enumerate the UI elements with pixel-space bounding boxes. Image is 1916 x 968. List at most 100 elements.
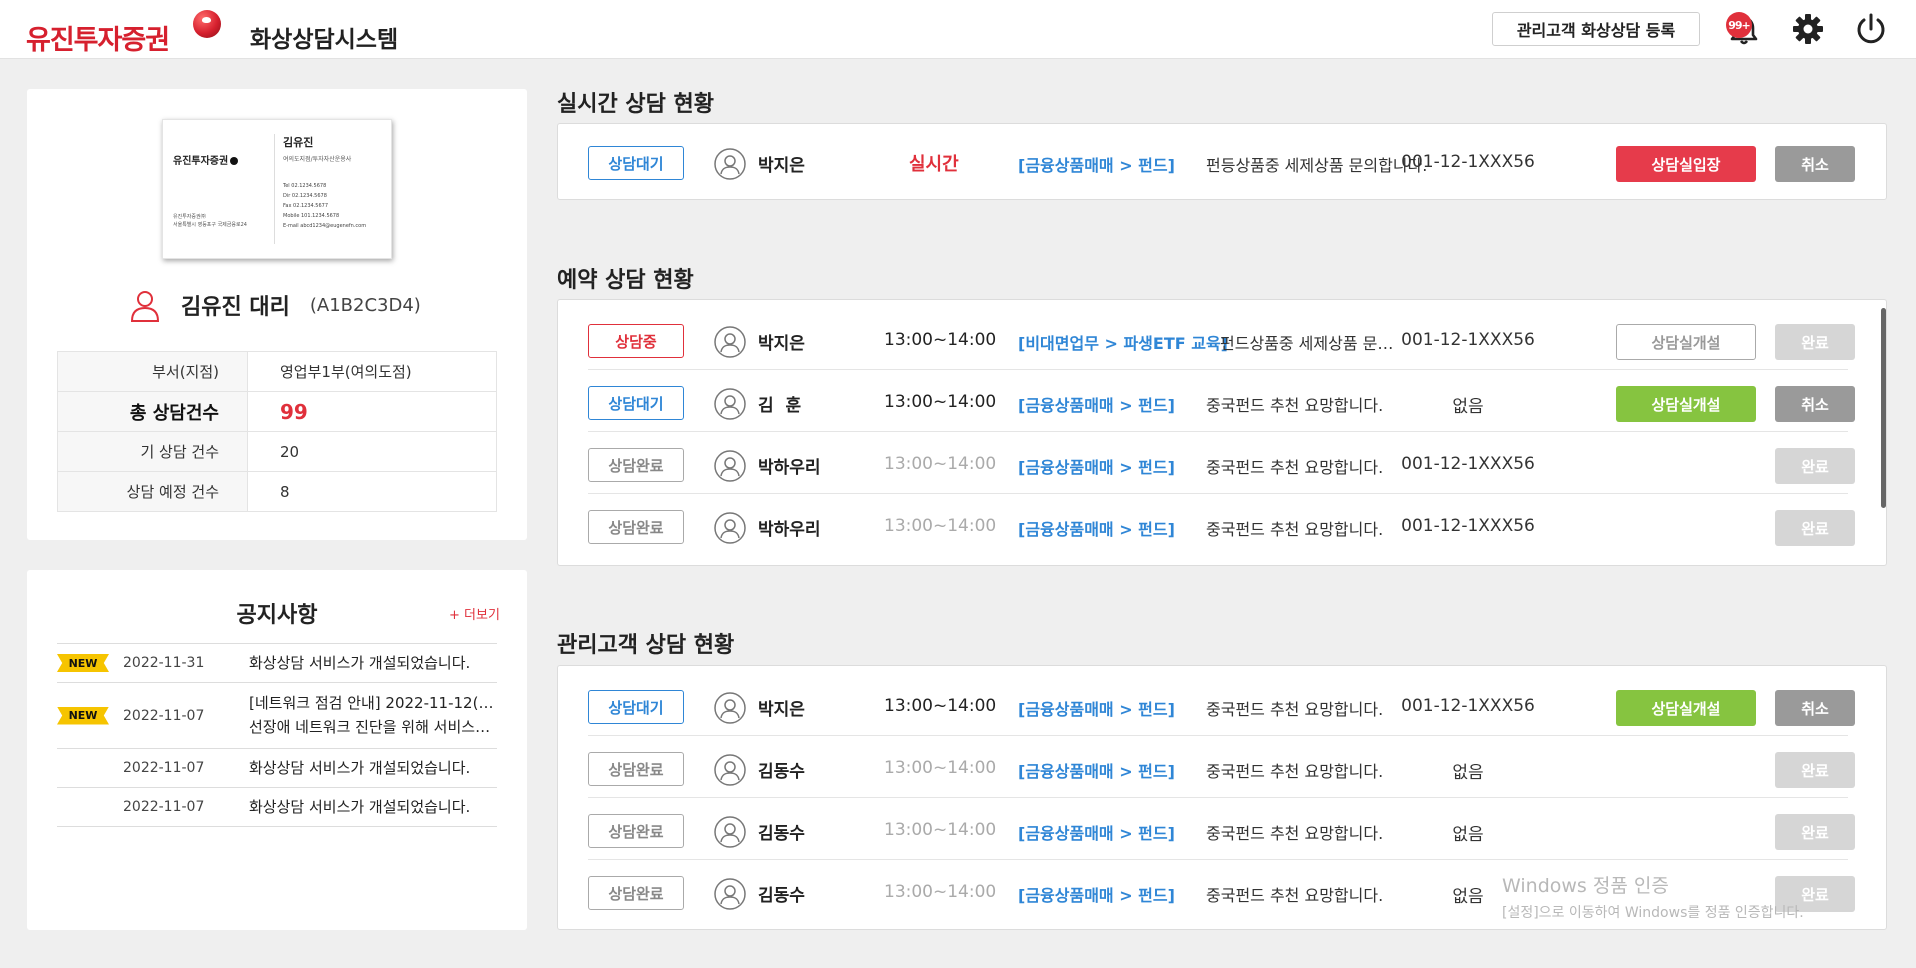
customer-name: 김동수 [758, 886, 805, 906]
info-value: 영업부1부(여의도점) [247, 351, 497, 392]
register-managed-consult-button[interactable]: 관리고객 화상상담 등록 [1492, 12, 1700, 46]
new-badge: NEW [57, 654, 109, 672]
notice-text: 화상상담 서비스가 개설되었습니다. [249, 798, 471, 816]
account-number: 001-12-1XXX56 [1401, 330, 1535, 350]
managed-row: 상담대기 박지은 13:00~14:00 [금융상품매매 > 펀드] 중국펀드 … [588, 674, 1855, 736]
notice-date: 2022-11-07 [123, 707, 205, 724]
consult-category[interactable]: [금융상품매매 > 펀드] [1018, 454, 1175, 478]
info-value: 99 [247, 391, 497, 432]
notice-text: [네트워크 점검 안내] 2022-11-12(토) [249, 694, 497, 712]
info-row-total: 총 상담건수 99 [57, 391, 497, 432]
consult-time: 13:00~14:00 [884, 820, 997, 840]
account-number: 없음 [1452, 825, 1484, 845]
customer-name: 김 훈 [758, 396, 802, 416]
info-key: 총 상담건수 [57, 391, 248, 432]
card-logo-dot-icon [230, 157, 239, 165]
reservation-row: 상담대기 김 훈 13:00~14:00 [금융상품매매 > 펀드] 중국펀드 … [588, 370, 1855, 432]
status-badge: 상담완료 [588, 510, 684, 544]
consult-category[interactable]: [금융상품매매 > 펀드] [1018, 758, 1175, 782]
card-dept: 여의도지점/투자자산운용사 [283, 156, 352, 163]
profile-info-table: 부서(지점) 영업부1부(여의도점) 총 상담건수 99 기 상담 건수 20 … [57, 351, 497, 512]
info-row-done: 기 상담 건수 20 [57, 431, 497, 472]
complete-button[interactable]: 완료 [1775, 876, 1855, 912]
consult-time: 13:00~14:00 [884, 516, 997, 536]
consult-category[interactable]: [금융상품매매 > 펀드] [1018, 820, 1175, 844]
consult-time: 13:00~14:00 [884, 454, 997, 474]
realtime-row: 상담대기 박지은 실시간 [금융상품매매 > 펀드] 펀등상품중 세제상품 문의… [588, 130, 1855, 192]
consult-time: 13:00~14:00 [884, 330, 997, 350]
account-number: 001-12-1XXX56 [1401, 152, 1535, 172]
complete-button[interactable]: 완료 [1775, 510, 1855, 546]
avatar-icon [714, 388, 746, 420]
status-badge: 상담대기 [588, 690, 684, 724]
info-value: 20 [247, 431, 497, 472]
info-value: 8 [247, 471, 497, 512]
cancel-button[interactable]: 취소 [1775, 690, 1855, 726]
avatar-icon [714, 148, 746, 180]
info-row-scheduled: 상담 예정 건수 8 [57, 471, 497, 512]
app-title: 화상상담시스템 [250, 27, 399, 53]
notice-item[interactable]: NEW 2022-11-07 [네트워크 점검 안내] 2022-11-12(토… [57, 683, 497, 749]
status-badge: 상담완료 [588, 752, 684, 786]
complete-button[interactable]: 완료 [1775, 324, 1855, 360]
notice-panel: 공지사항 + 더보기 NEW 2022-11-31 화상상담 서비스가 개설되었… [27, 570, 527, 930]
consult-category[interactable]: [금융상품매매 > 펀드] [1018, 392, 1175, 416]
notice-text: 화상상담 서비스가 개설되었습니다. [249, 759, 471, 777]
cancel-button[interactable]: 취소 [1775, 146, 1855, 182]
complete-button[interactable]: 완료 [1775, 448, 1855, 484]
notice-more-link[interactable]: + 더보기 [449, 604, 500, 623]
status-badge: 상담대기 [588, 386, 684, 420]
managed-row: 상담완료 김동수 13:00~14:00 [금융상품매매 > 펀드] 중국펀드 … [588, 860, 1855, 922]
reservation-scrollbar[interactable] [1881, 308, 1886, 508]
card-mobile: Mobile 101.1234.5678 [283, 213, 340, 219]
logout-button[interactable] [1853, 11, 1889, 47]
notice-item[interactable]: 2022-11-07 화상상담 서비스가 개설되었습니다. [57, 788, 497, 827]
open-room-button[interactable]: 상담실개설 [1616, 324, 1756, 360]
top-header: 유진투자증권 화상상담시스템 관리고객 화상상담 등록 99+ [0, 0, 1916, 59]
new-badge: NEW [57, 706, 109, 725]
consult-category[interactable]: [금융상품매매 > 펀드] [1018, 152, 1175, 176]
card-company-text: 유진투자증권 [173, 156, 229, 167]
info-key: 상담 예정 건수 [57, 471, 248, 512]
consult-time: 실시간 [909, 154, 959, 175]
consult-category[interactable]: [금융상품매매 > 펀드] [1018, 882, 1175, 906]
notice-item[interactable]: NEW 2022-11-31 화상상담 서비스가 개설되었습니다. [57, 644, 497, 683]
complete-button[interactable]: 완료 [1775, 814, 1855, 850]
avatar-icon [714, 512, 746, 544]
card-footer2: 서울특별시 영등포구 국제금융로24 [173, 222, 247, 228]
avatar-icon [714, 754, 746, 786]
open-room-button[interactable]: 상담실개설 [1616, 690, 1756, 726]
customer-name: 박하우리 [758, 520, 821, 540]
customer-name: 박하우리 [758, 458, 821, 478]
user-id: (A1B2C3D4) [309, 294, 421, 316]
reservation-row: 상담중 박지은 13:00~14:00 [비대면업무 > 파생ETF 교육] 펀… [588, 308, 1855, 370]
settings-button[interactable] [1790, 11, 1826, 47]
logo-emblem-icon [193, 10, 221, 38]
consult-time: 13:00~14:00 [884, 696, 997, 716]
enter-room-button[interactable]: 상담실입장 [1616, 146, 1756, 182]
card-left: 유진투자증권 유진투자증권㈜ 서울특별시 영등포구 국제금융로24 [173, 140, 273, 250]
account-number: 001-12-1XXX56 [1401, 516, 1535, 536]
customer-name: 김동수 [758, 762, 805, 782]
account-number: 001-12-1XXX56 [1401, 696, 1535, 716]
notification-bell-button[interactable]: 99+ [1726, 12, 1762, 48]
business-card: 유진투자증권 유진투자증권㈜ 서울특별시 영등포구 국제금융로24 김유진 여의… [162, 119, 392, 259]
user-identity: 김유진 대리 (A1B2C3D4) [127, 285, 421, 325]
reservation-row: 상담완료 박하우리 13:00~14:00 [금융상품매매 > 펀드] 중국펀드… [588, 494, 1855, 556]
cancel-button[interactable]: 취소 [1775, 386, 1855, 422]
power-icon [1857, 13, 1885, 44]
status-badge: 상담완료 [588, 448, 684, 482]
complete-button[interactable]: 완료 [1775, 752, 1855, 788]
notice-item[interactable]: 2022-11-07 화상상담 서비스가 개설되었습니다. [57, 749, 497, 788]
customer-name: 박지은 [758, 700, 805, 720]
consult-category[interactable]: [금융상품매매 > 펀드] [1018, 516, 1175, 540]
open-room-button[interactable]: 상담실개설 [1616, 386, 1756, 422]
managed-box: 상담대기 박지은 13:00~14:00 [금융상품매매 > 펀드] 중국펀드 … [557, 665, 1887, 930]
account-number: 001-12-1XXX56 [1401, 454, 1535, 474]
notice-text-line2: 선장애 네트워크 진단을 위해 서비스를 일시 중단합니다. [249, 718, 497, 736]
company-logo[interactable]: 유진투자증권 [26, 18, 170, 57]
consult-category[interactable]: [금융상품매매 > 펀드] [1018, 696, 1175, 720]
consult-category[interactable]: [비대면업무 > 파생ETF 교육] [1018, 330, 1232, 354]
profile-panel: 유진투자증권 유진투자증권㈜ 서울특별시 영등포구 국제금융로24 김유진 여의… [27, 89, 527, 540]
consult-description: 펀드상품중 세제상품 문의합니다. [1220, 334, 1406, 353]
